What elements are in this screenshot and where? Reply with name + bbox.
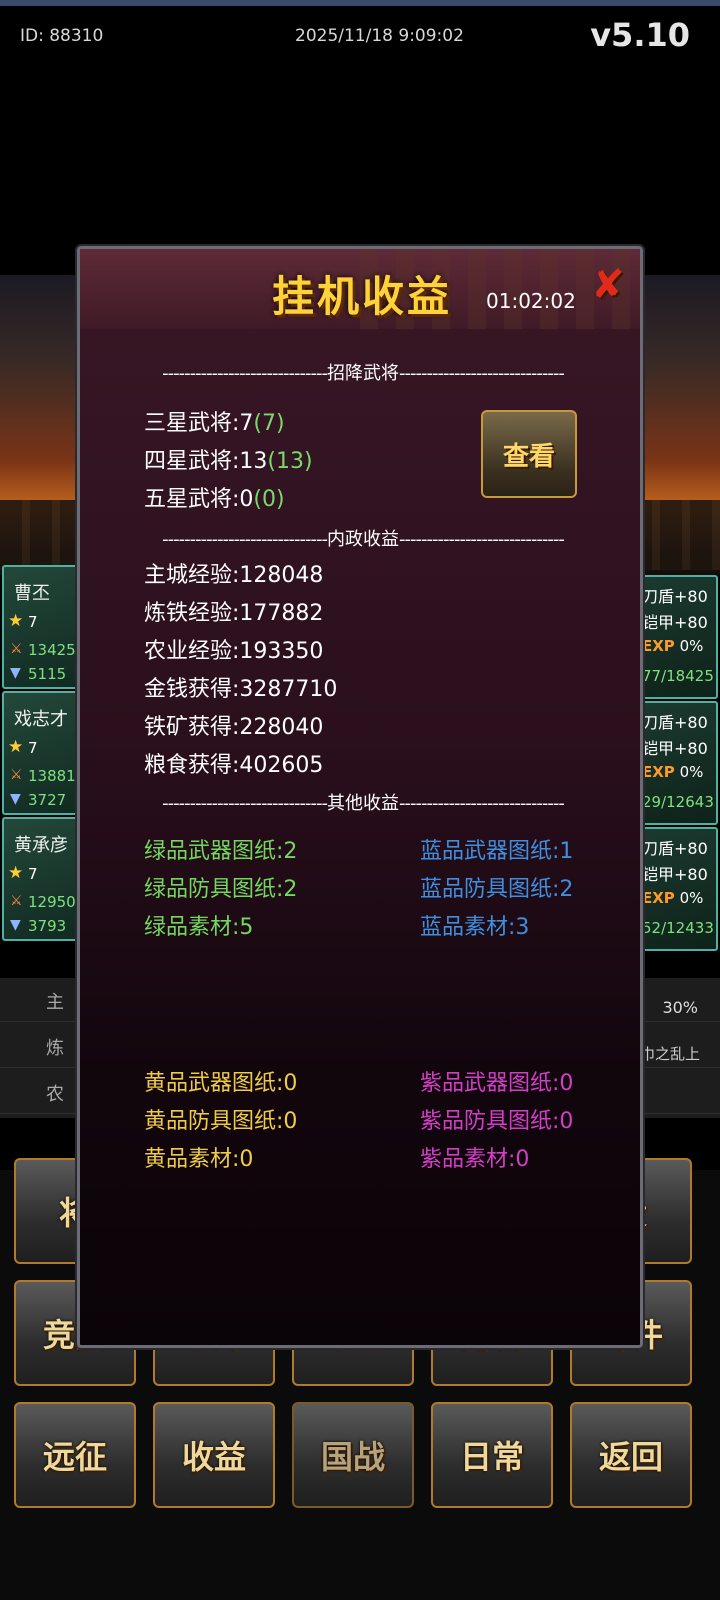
hero-attack: 13881: [28, 767, 76, 785]
view-button[interactable]: 查看: [481, 410, 577, 498]
hero-name: 戏志才: [14, 709, 68, 730]
dialog-title: 挂机收益: [272, 272, 453, 321]
blue-item-line: 蓝品防具图纸:2: [420, 877, 574, 902]
green-item-line: 绿品素材:5: [144, 915, 254, 940]
purple-item-line: 紫品防具图纸:0: [420, 1109, 574, 1134]
hero-level: 7: [28, 613, 38, 631]
hero-attack: 13425: [28, 641, 76, 659]
yellow-item-line: 黄品素材:0: [144, 1147, 254, 1172]
blue-item-line: 蓝品素材:3: [420, 915, 530, 940]
equip-line: 铠甲+80: [642, 865, 708, 884]
top-accent-line: [0, 0, 720, 6]
domestic-line: 主城经验:128048: [144, 563, 324, 588]
hero-card[interactable]: 戏志才 ★ 7 ⚔ 13881 ▼ 3727: [2, 691, 82, 815]
yellow-item-line: 黄品防具图纸:0: [144, 1109, 298, 1134]
recruit-line: 四星武将:13(13): [144, 449, 313, 474]
blue-item-line: 蓝品武器图纸:1: [420, 839, 574, 864]
section-header-other: ------------------------------其他收益------…: [162, 793, 565, 814]
green-item-line: 绿品防具图纸:2: [144, 877, 298, 902]
exp-value: 29/12643: [642, 793, 714, 811]
hero-defense: 5115: [28, 665, 67, 683]
hero-name: 曹丕: [14, 583, 50, 604]
hero-attack: 12950: [28, 893, 76, 911]
equip-line: 刀盾+80: [642, 839, 708, 858]
strip-label: 炼: [46, 1038, 64, 1059]
domestic-line: 铁矿获得:228040: [144, 715, 324, 740]
back-button[interactable]: 返回: [570, 1402, 692, 1508]
hero-equip-card[interactable]: 刀盾+80 铠甲+80 EXP 0% 52/12433: [640, 827, 718, 951]
sword-icon: ⚔: [10, 641, 23, 657]
hero-defense: 3793: [28, 917, 67, 935]
exp-label: EXP 0%: [642, 889, 704, 907]
domestic-line: 粮食获得:402605: [144, 753, 324, 778]
recruit-line: 五星武将:0(0): [144, 487, 285, 512]
domestic-line: 金钱获得:3287710: [144, 677, 338, 702]
star-icon: ★: [8, 737, 24, 757]
server-datetime: 2025/11/18 9:09:02: [295, 26, 464, 46]
hero-card[interactable]: 黄承彦 ★ 7 ⚔ 12950 ▼ 3793: [2, 817, 82, 941]
expedition-button[interactable]: 远征: [14, 1402, 136, 1508]
recruit-line: 三星武将:7(7): [144, 411, 285, 436]
strip-percent: 30%: [662, 998, 698, 1017]
purple-item-line: 紫品素材:0: [420, 1147, 530, 1172]
hero-level: 7: [28, 739, 38, 757]
hero-equip-card[interactable]: 刀盾+80 铠甲+80 EXP 0% 77/18425: [640, 575, 718, 699]
hero-level: 7: [28, 865, 38, 883]
equip-line: 刀盾+80: [642, 587, 708, 606]
green-item-line: 绿品武器图纸:2: [144, 839, 298, 864]
armor-icon: ▼: [10, 917, 21, 933]
strip-label: 主: [46, 992, 64, 1013]
yellow-item-line: 黄品武器图纸:0: [144, 1071, 298, 1096]
idle-earnings-dialog: 挂机收益 01:02:02 ✘ ------------------------…: [75, 244, 645, 1350]
star-icon: ★: [8, 611, 24, 631]
player-id: ID: 88310: [20, 26, 104, 46]
exp-label: EXP 0%: [642, 637, 704, 655]
armor-icon: ▼: [10, 665, 21, 681]
version-label: v5.10: [590, 16, 690, 54]
purple-item-line: 紫品武器图纸:0: [420, 1071, 574, 1096]
hero-card[interactable]: 曹丕 ★ 7 ⚔ 13425 ▼ 5115: [2, 565, 82, 689]
income-button[interactable]: 收益: [153, 1402, 275, 1508]
domestic-line: 炼铁经验:177882: [144, 601, 324, 626]
equip-line: 刀盾+80: [642, 713, 708, 732]
close-icon[interactable]: ✘: [588, 263, 628, 307]
nation-war-button[interactable]: 国战: [292, 1402, 414, 1508]
domestic-line: 农业经验:193350: [144, 639, 324, 664]
section-header-domestic: ------------------------------内政收益------…: [162, 529, 565, 550]
equip-line: 铠甲+80: [642, 739, 708, 758]
section-header-recruit: ------------------------------招降武将------…: [162, 363, 565, 384]
strip-label: 农: [46, 1084, 64, 1105]
daily-button[interactable]: 日常: [431, 1402, 553, 1508]
exp-value: 52/12433: [642, 919, 714, 937]
hero-equip-card[interactable]: 刀盾+80 铠甲+80 EXP 0% 29/12643: [640, 701, 718, 825]
sword-icon: ⚔: [10, 893, 23, 909]
armor-icon: ▼: [10, 791, 21, 807]
hero-name: 黄承彦: [14, 835, 68, 856]
hero-defense: 3727: [28, 791, 67, 809]
sword-icon: ⚔: [10, 767, 23, 783]
idle-timer: 01:02:02: [486, 289, 576, 313]
equip-line: 铠甲+80: [642, 613, 708, 632]
exp-value: 77/18425: [642, 667, 714, 685]
exp-label: EXP 0%: [642, 763, 704, 781]
star-icon: ★: [8, 863, 24, 883]
